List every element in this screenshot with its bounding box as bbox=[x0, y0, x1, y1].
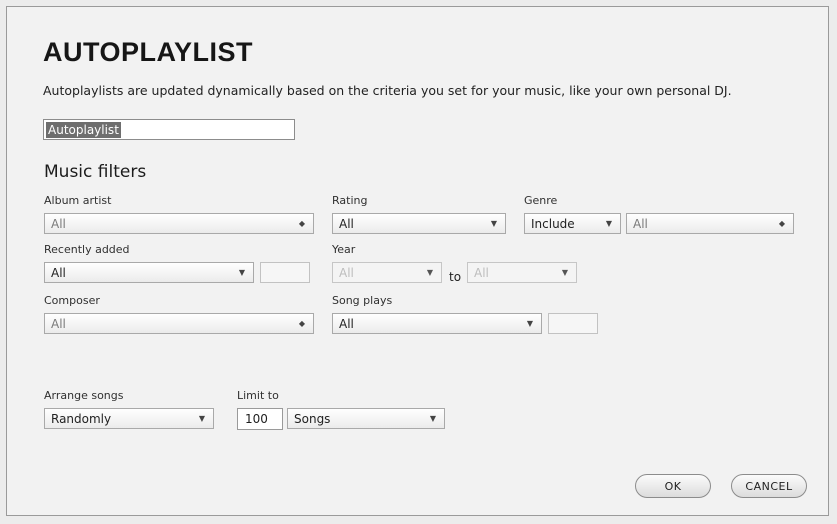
rating-label: Rating bbox=[332, 194, 368, 207]
list-arrow-icon: ◆ bbox=[298, 319, 306, 328]
page-subtitle: Autoplaylists are updated dynamically ba… bbox=[43, 83, 732, 98]
dropdown-arrow-icon: ▼ bbox=[605, 219, 613, 228]
genre-mode-value: Include bbox=[531, 216, 575, 231]
limit-amount-value: 100 bbox=[245, 412, 268, 426]
song-plays-label: Song plays bbox=[332, 294, 393, 307]
genre-dropdown[interactable]: All ◆ bbox=[626, 213, 794, 234]
album-artist-label: Album artist bbox=[44, 194, 112, 207]
list-arrow-icon: ◆ bbox=[298, 219, 306, 228]
recently-added-value: All bbox=[51, 265, 66, 280]
cancel-button[interactable]: CANCEL bbox=[731, 474, 807, 498]
arrange-songs-label: Arrange songs bbox=[44, 389, 124, 402]
ok-button[interactable]: OK bbox=[635, 474, 711, 498]
list-arrow-icon: ◆ bbox=[778, 219, 786, 228]
limit-amount-input[interactable]: 100 bbox=[237, 408, 283, 430]
limit-to-label: Limit to bbox=[237, 389, 279, 402]
arrange-songs-dropdown[interactable]: Randomly ▼ bbox=[44, 408, 214, 429]
album-artist-value: All bbox=[51, 216, 66, 231]
playlist-name-input[interactable]: Autoplaylist bbox=[43, 119, 295, 140]
recently-added-amount-field[interactable] bbox=[260, 262, 310, 283]
rating-dropdown[interactable]: All ▼ bbox=[332, 213, 506, 234]
song-plays-value: All bbox=[339, 316, 354, 331]
composer-label: Composer bbox=[44, 294, 100, 307]
year-from-dropdown[interactable]: All ▼ bbox=[332, 262, 442, 283]
year-label: Year bbox=[332, 243, 356, 256]
composer-value: All bbox=[51, 316, 66, 331]
genre-value: All bbox=[633, 216, 648, 231]
music-filters-heading: Music filters bbox=[44, 162, 147, 182]
dropdown-arrow-icon: ▼ bbox=[426, 268, 434, 277]
dropdown-arrow-icon: ▼ bbox=[526, 319, 534, 328]
year-to-dropdown[interactable]: All ▼ bbox=[467, 262, 577, 283]
genre-label: Genre bbox=[524, 194, 558, 207]
autoplaylist-dialog: AUTOPLAYLIST Autoplaylists are updated d… bbox=[6, 6, 829, 516]
limit-unit-value: Songs bbox=[294, 411, 331, 426]
rating-value: All bbox=[339, 216, 354, 231]
year-from-value: All bbox=[339, 265, 354, 280]
page-title: AUTOPLAYLIST bbox=[43, 37, 254, 67]
song-plays-amount-field[interactable] bbox=[548, 313, 598, 334]
year-to-value: All bbox=[474, 265, 489, 280]
recently-added-label: Recently added bbox=[44, 243, 130, 256]
playlist-name-value: Autoplaylist bbox=[46, 121, 121, 138]
dropdown-arrow-icon: ▼ bbox=[490, 219, 498, 228]
composer-dropdown[interactable]: All ◆ bbox=[44, 313, 314, 334]
limit-unit-dropdown[interactable]: Songs ▼ bbox=[287, 408, 445, 429]
genre-mode-dropdown[interactable]: Include ▼ bbox=[524, 213, 621, 234]
dropdown-arrow-icon: ▼ bbox=[198, 414, 206, 423]
year-to-label: to bbox=[449, 270, 462, 284]
arrange-songs-value: Randomly bbox=[51, 411, 112, 426]
dropdown-arrow-icon: ▼ bbox=[429, 414, 437, 423]
recently-added-dropdown[interactable]: All ▼ bbox=[44, 262, 254, 283]
song-plays-dropdown[interactable]: All ▼ bbox=[332, 313, 542, 334]
album-artist-dropdown[interactable]: All ◆ bbox=[44, 213, 314, 234]
dropdown-arrow-icon: ▼ bbox=[238, 268, 246, 277]
dropdown-arrow-icon: ▼ bbox=[561, 268, 569, 277]
